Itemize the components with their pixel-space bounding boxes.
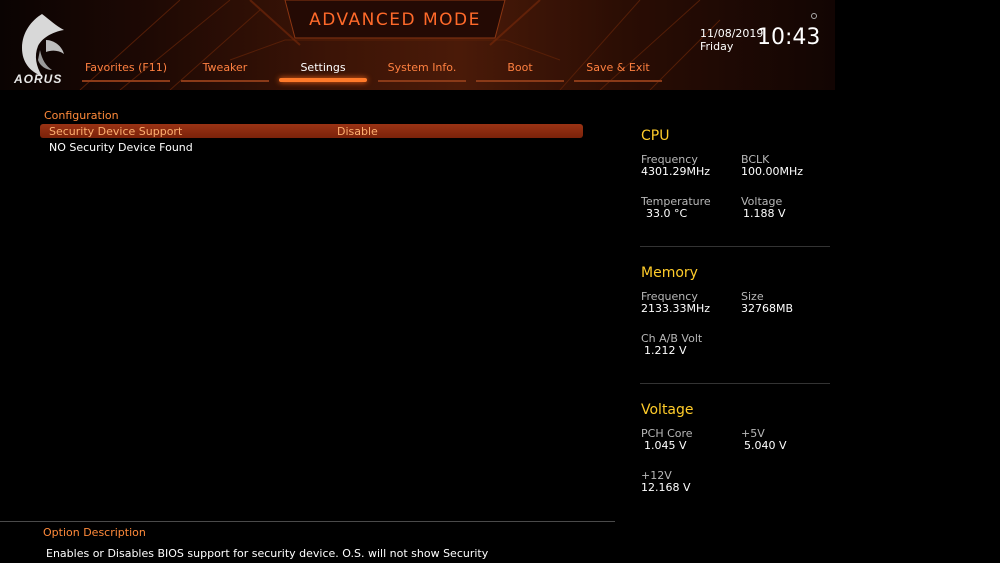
memory-chab-volt-value: 1.212 V xyxy=(644,344,687,357)
date-text: 11/08/2019 xyxy=(700,27,764,40)
tab-underline xyxy=(279,78,367,82)
hardware-monitor-panel: CPU Frequency 4301.29MHz BCLK 100.00MHz … xyxy=(630,120,835,520)
memory-size-value: 32768MB xyxy=(741,302,794,315)
tab-label: Save & Exit xyxy=(586,61,650,74)
tab-favorites[interactable]: Favorites (F11) xyxy=(82,56,170,82)
voltage-title: Voltage xyxy=(641,402,694,418)
cpu-frequency-value: 4301.29MHz xyxy=(641,165,711,178)
tab-underline xyxy=(574,80,662,82)
plus5v-value: 5.040 V xyxy=(744,439,787,452)
security-device-support-value[interactable]: Disable xyxy=(337,125,378,138)
cpu-bclk-value: 100.00MHz xyxy=(741,165,804,178)
description-divider xyxy=(0,521,615,522)
header-bar: ADVANCED MODE AORUS Favorites (F11) Twea… xyxy=(0,0,1000,90)
memory-title: Memory xyxy=(641,265,698,281)
tab-settings[interactable]: Settings xyxy=(279,56,367,82)
tab-underline xyxy=(378,80,466,82)
tab-underline xyxy=(82,80,170,82)
header-right-area xyxy=(835,0,1000,90)
plus12v-value: 12.168 V xyxy=(641,481,691,494)
tab-underline xyxy=(476,80,564,82)
date-display: 11/08/2019 Friday xyxy=(700,27,763,53)
security-device-status: NO Security Device Found xyxy=(49,141,193,154)
tab-tweaker[interactable]: Tweaker xyxy=(181,56,269,82)
cpu-title: CPU xyxy=(641,128,670,144)
cpu-voltage-value: 1.188 V xyxy=(743,207,786,220)
clock-display[interactable]: 10:43 xyxy=(757,25,820,50)
tab-system-info[interactable]: System Info. xyxy=(378,56,466,82)
logo-text: AORUS xyxy=(14,72,63,86)
mode-title: ADVANCED MODE xyxy=(309,10,481,30)
option-description-title: Option Description xyxy=(43,526,146,539)
option-description-text: Enables or Disables BIOS support for sec… xyxy=(46,547,489,560)
memory-frequency-value: 2133.33MHz xyxy=(641,302,711,315)
security-device-support-label[interactable]: Security Device Support xyxy=(49,125,182,138)
tab-underline xyxy=(181,80,269,82)
tab-label: Settings xyxy=(300,61,346,74)
tab-boot[interactable]: Boot xyxy=(476,56,564,82)
tab-label: Favorites (F11) xyxy=(84,61,168,74)
settings-gear-icon[interactable] xyxy=(811,13,817,19)
panel-divider xyxy=(640,383,830,384)
panel-divider xyxy=(640,246,830,247)
day-text: Friday xyxy=(700,40,734,53)
pch-core-value: 1.045 V xyxy=(644,439,687,452)
tab-label: Boot xyxy=(507,61,533,74)
tab-label: System Info. xyxy=(387,61,457,74)
section-title: Configuration xyxy=(44,109,119,122)
cpu-temperature-value: 33.0 °C xyxy=(646,207,688,220)
tab-label: Tweaker xyxy=(202,61,248,74)
tab-save-exit[interactable]: Save & Exit xyxy=(574,56,662,82)
